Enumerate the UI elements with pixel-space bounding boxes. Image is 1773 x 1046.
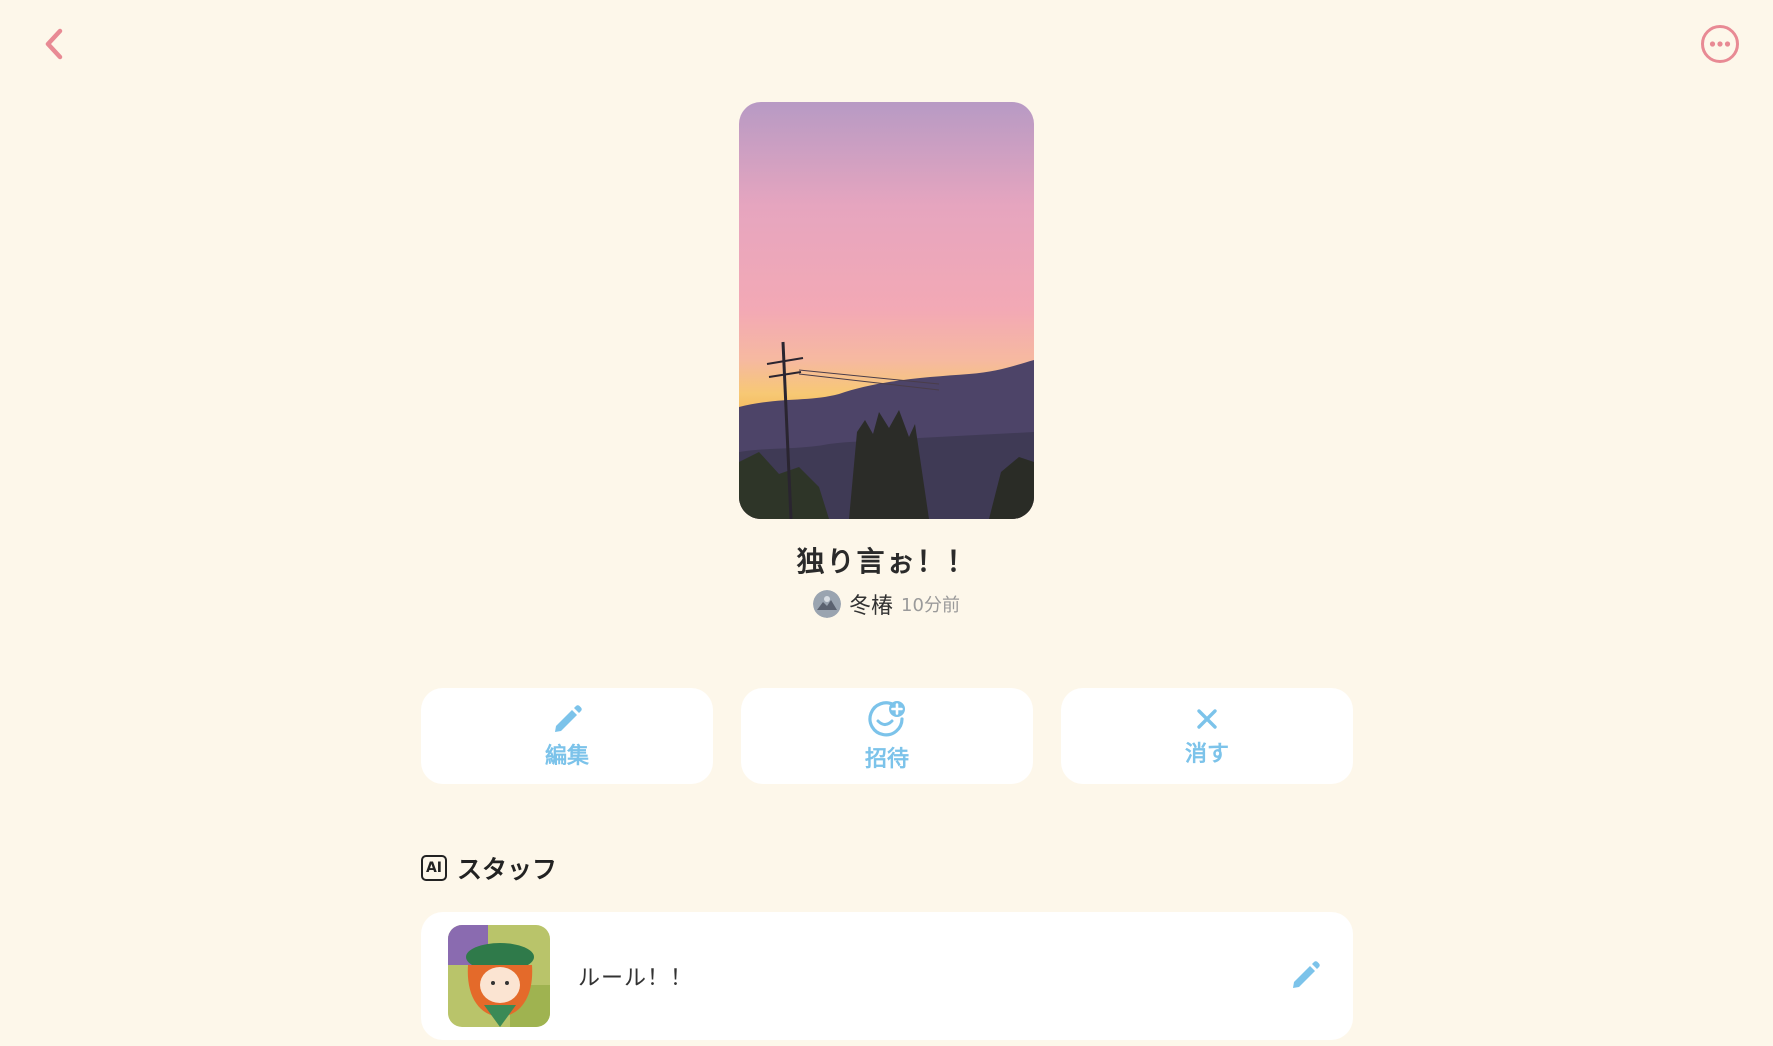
staff-section-header: AI スタッフ bbox=[421, 850, 557, 886]
staff-list-item[interactable]: ルール！！ bbox=[421, 912, 1353, 1040]
room-meta: 冬椿 10分前 bbox=[0, 588, 1773, 620]
ai-badge-icon: AI bbox=[421, 855, 447, 881]
invite-icon bbox=[868, 701, 905, 737]
delete-label: 消す bbox=[1184, 742, 1229, 767]
more-horizontal-icon bbox=[1701, 25, 1739, 63]
edit-button[interactable]: 編集 bbox=[421, 688, 713, 784]
room-cover-image bbox=[739, 102, 1034, 519]
invite-button[interactable]: 招待 bbox=[741, 688, 1033, 784]
back-button[interactable] bbox=[36, 24, 72, 64]
author-name[interactable]: 冬椿 bbox=[849, 588, 893, 620]
more-options-button[interactable] bbox=[1700, 24, 1740, 64]
chevron-left-icon bbox=[45, 28, 63, 60]
delete-button[interactable]: 消す bbox=[1061, 688, 1353, 784]
close-icon bbox=[1197, 709, 1217, 729]
staff-edit-button[interactable] bbox=[1287, 957, 1323, 993]
staff-name: ルール！！ bbox=[578, 966, 694, 991]
room-title: 独り言ぉ！！ bbox=[796, 545, 977, 578]
pencil-icon bbox=[555, 705, 582, 732]
action-buttons: 編集 招待 消す bbox=[421, 688, 1353, 784]
pencil-icon bbox=[1293, 961, 1320, 988]
invite-label: 招待 bbox=[864, 747, 909, 772]
section-title: スタッフ bbox=[457, 855, 558, 884]
author-avatar[interactable] bbox=[813, 590, 842, 618]
edit-label: 編集 bbox=[544, 744, 589, 769]
staff-avatar bbox=[448, 925, 550, 1027]
post-time: 10分前 bbox=[901, 595, 960, 616]
